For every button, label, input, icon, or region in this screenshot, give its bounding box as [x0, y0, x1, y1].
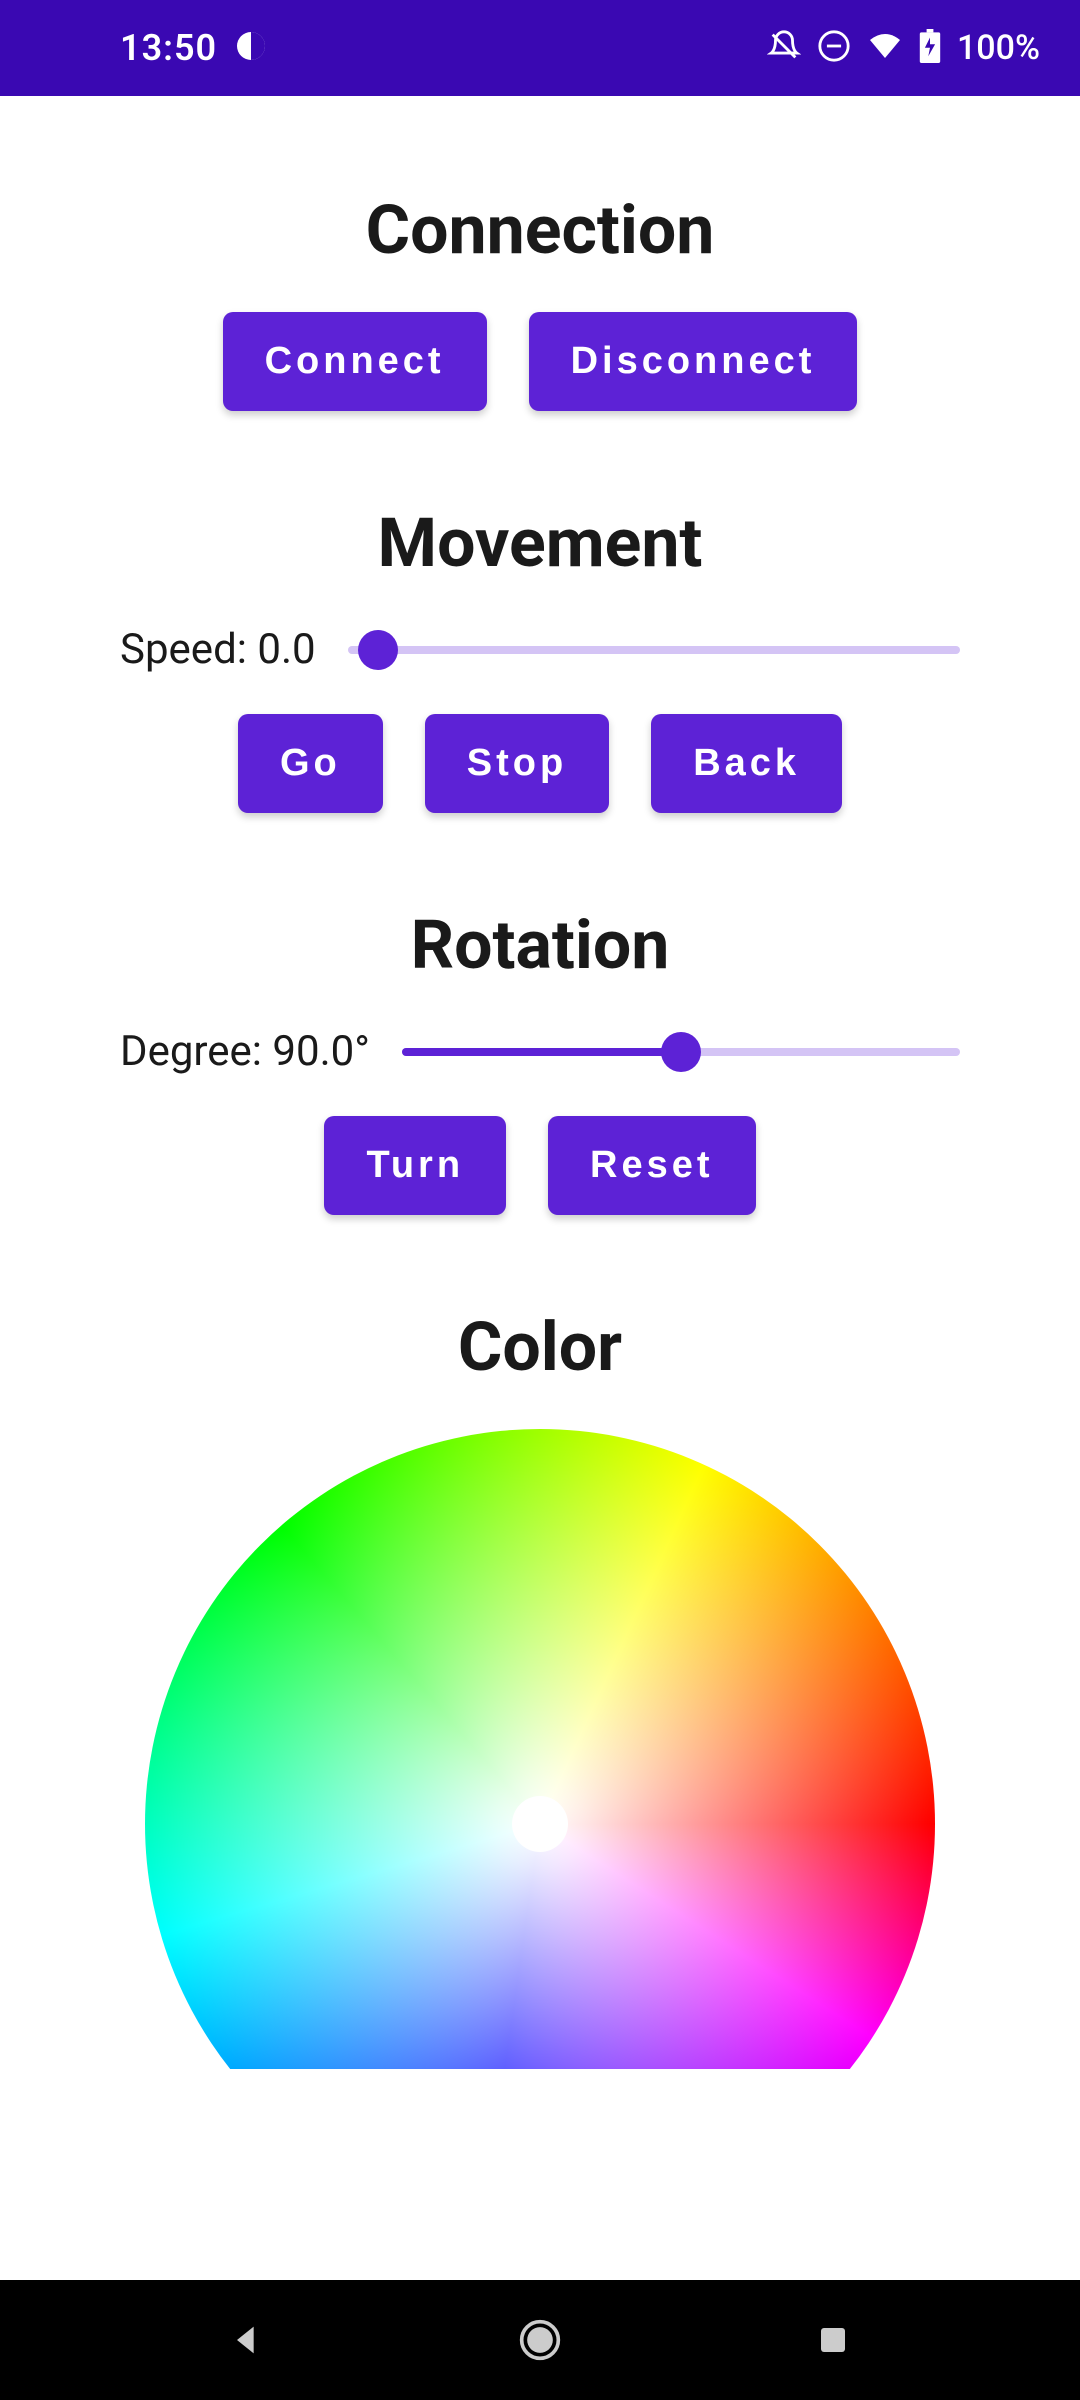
connection-title: Connection	[40, 190, 1040, 270]
dnd-icon	[817, 29, 851, 67]
status-left: 13:50	[40, 27, 267, 69]
disconnect-button[interactable]: Disconnect	[529, 312, 858, 411]
main-content: Connection Connect Disconnect Movement S…	[0, 96, 1080, 2069]
status-time: 13:50	[120, 27, 217, 69]
degree-slider-thumb[interactable]	[661, 1032, 701, 1072]
color-wheel-container	[40, 1429, 1040, 2069]
connection-buttons: Connect Disconnect	[40, 312, 1040, 411]
speed-slider[interactable]	[348, 630, 960, 670]
navigation-bar	[0, 2280, 1080, 2400]
nav-recent-button[interactable]	[808, 2315, 858, 2365]
color-title: Color	[40, 1307, 1040, 1387]
back-button[interactable]: Back	[651, 714, 842, 813]
stop-button[interactable]: Stop	[425, 714, 609, 813]
degree-slider[interactable]	[402, 1032, 960, 1072]
degree-slider-row: Degree: 90.0°	[120, 1027, 960, 1076]
app-icon	[235, 30, 267, 66]
battery-icon	[919, 29, 941, 67]
speed-label: Speed: 0.0	[120, 625, 316, 674]
connect-button[interactable]: Connect	[223, 312, 487, 411]
nav-home-button[interactable]	[515, 2315, 565, 2365]
status-right: 100%	[767, 28, 1040, 68]
speed-slider-row: Speed: 0.0	[120, 625, 960, 674]
reset-button[interactable]: Reset	[548, 1116, 756, 1215]
rotation-buttons: Turn Reset	[40, 1116, 1040, 1215]
color-wheel[interactable]	[145, 1429, 935, 2069]
go-button[interactable]: Go	[238, 714, 383, 813]
wifi-icon	[867, 28, 903, 68]
notification-off-icon	[767, 29, 801, 67]
speed-slider-thumb[interactable]	[358, 630, 398, 670]
nav-back-button[interactable]	[222, 2315, 272, 2365]
battery-percentage: 100%	[957, 28, 1040, 68]
movement-buttons: Go Stop Back	[40, 714, 1040, 813]
movement-title: Movement	[40, 503, 1040, 583]
rotation-title: Rotation	[40, 905, 1040, 985]
degree-label: Degree: 90.0°	[120, 1027, 370, 1076]
color-picker-dot[interactable]	[512, 1796, 568, 1852]
status-bar: 13:50	[0, 0, 1080, 96]
turn-button[interactable]: Turn	[324, 1116, 506, 1215]
